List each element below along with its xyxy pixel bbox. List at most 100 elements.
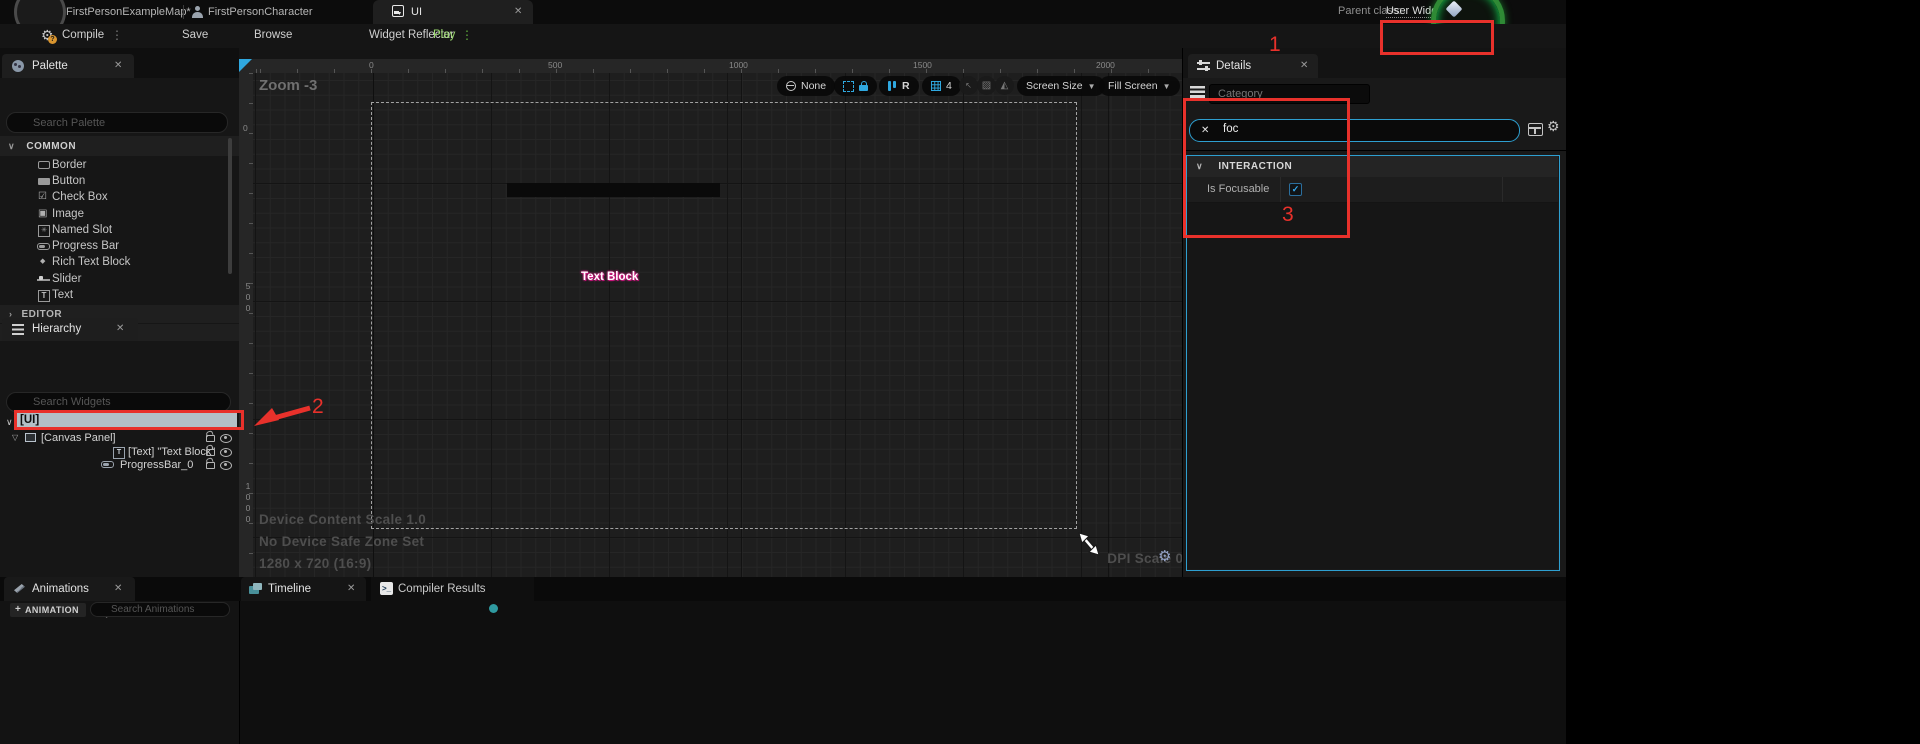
text-block-widget[interactable]: [507, 183, 720, 197]
compile-button[interactable]: Compile: [62, 24, 104, 47]
palette-section-common[interactable]: ∨ COMMON: [0, 136, 239, 156]
palette-item-button[interactable]: Button: [0, 173, 239, 189]
annotation-box-2: [14, 410, 244, 430]
preview-background-button[interactable]: ▨: [977, 76, 996, 95]
person-icon: [192, 6, 203, 18]
browse-button[interactable]: Browse: [254, 24, 292, 47]
widget-blueprint-icon: ▾: [392, 5, 404, 17]
hierarchy-row-canvas[interactable]: ▽ [Canvas Panel]: [0, 431, 239, 445]
tab-ui-active[interactable]: ▾ UI ✕: [373, 0, 533, 24]
fill-screen-dropdown[interactable]: Fill Screen▼: [1099, 76, 1180, 96]
image-icon: ▣: [38, 206, 47, 222]
compiler-results-tab[interactable]: >_ Compiler Results: [371, 577, 534, 601]
animations-panel-body: + ANIMATION: [0, 601, 239, 744]
canvas-grid[interactable]: Text Block Device Content Scale 1.0 No D…: [253, 73, 1182, 577]
hierarchy-icon: [12, 324, 24, 335]
palette-item-border[interactable]: Border: [0, 157, 239, 173]
timeline-icon: [249, 583, 262, 594]
document-tab-strip: FirstPersonExampleMap* FirstPersonCharac…: [0, 0, 1566, 24]
chevron-down-icon: ∨: [8, 141, 15, 151]
timeline-marker-dot: [489, 604, 498, 613]
add-animation-button[interactable]: + ANIMATION: [10, 603, 86, 617]
close-icon[interactable]: ✕: [514, 6, 522, 18]
tab-map[interactable]: FirstPersonExampleMap*: [66, 0, 191, 24]
details-settings-gear-icon[interactable]: ⚙: [1547, 118, 1560, 135]
visibility-eye-icon[interactable]: [220, 445, 232, 459]
canvas-panel-icon: [25, 433, 36, 442]
selection-lock-button[interactable]: [834, 76, 877, 96]
compile-options-icon[interactable]: ⋮: [111, 24, 123, 47]
details-empty-area: [1187, 203, 1558, 569]
globe-icon: [786, 81, 796, 91]
close-icon[interactable]: ✕: [114, 60, 122, 72]
hierarchy-tab[interactable]: Hierarchy ✕: [2, 318, 138, 341]
palette-search-input[interactable]: [6, 112, 228, 133]
hierarchy-body: ∨ [UI] ▽ [Canvas Panel] T [Text] "Text B…: [0, 341, 239, 577]
columns-icon: [888, 81, 897, 91]
ruler-corner-triangle: [239, 59, 252, 72]
dpi-settings-gear-icon[interactable]: ⚙: [1158, 547, 1171, 565]
chevron-down-icon: ▼: [1163, 82, 1171, 91]
close-icon[interactable]: ✕: [114, 583, 122, 595]
select-widget-mode-button[interactable]: ↖: [959, 76, 978, 95]
close-icon[interactable]: ✕: [1300, 60, 1308, 72]
lock-icon: [859, 81, 868, 91]
chevron-down-icon: ▼: [1088, 82, 1096, 91]
hierarchy-search-input[interactable]: [6, 392, 231, 412]
animations-icon: [14, 584, 25, 593]
lock-icon[interactable]: [205, 458, 215, 472]
property-matrix-toggle-icon[interactable]: [1528, 123, 1543, 136]
lock-icon[interactable]: [205, 431, 215, 445]
zoom-level-label: Zoom -3: [259, 77, 317, 94]
horizontal-ruler: 0 500 1000 1500 2000: [253, 59, 1182, 73]
palette-item-slider[interactable]: Slider: [0, 271, 239, 287]
animations-tab[interactable]: Animations ✕: [4, 577, 135, 601]
chevron-down-icon[interactable]: ▽: [12, 433, 18, 442]
palette-item-namedslot[interactable]: ✳Named Slot: [0, 222, 239, 238]
text-block-widget-label: Text Block: [581, 271, 638, 283]
timeline-tab[interactable]: Timeline ✕: [241, 577, 366, 601]
button-icon: [38, 178, 50, 185]
play-button[interactable]: Play: [433, 24, 455, 47]
axis-line: [1108, 73, 1109, 577]
property-matrix-icon: [1190, 86, 1205, 98]
tab-character[interactable]: FirstPersonCharacter: [208, 0, 313, 24]
vertical-ruler: 0 500 1000: [239, 73, 253, 577]
grid-snap-button[interactable]: 4: [922, 76, 961, 96]
palette-scrollbar[interactable]: [228, 138, 232, 274]
localization-preview-button[interactable]: None: [777, 76, 835, 96]
slider-icon: [37, 279, 50, 281]
palette-item-progressbar[interactable]: Progress Bar: [0, 238, 239, 254]
close-icon[interactable]: ✕: [347, 583, 355, 595]
design-surface-outline[interactable]: [371, 102, 1077, 529]
respect-locks-button[interactable]: R: [879, 76, 919, 96]
column-divider: [1502, 177, 1503, 202]
animations-search-input[interactable]: [90, 602, 230, 617]
progress-bar-icon: [37, 243, 50, 250]
details-tab[interactable]: Details ✕: [1188, 54, 1318, 78]
resolution-text: 1280 x 720 (16:9): [259, 556, 371, 571]
visibility-eye-icon[interactable]: [220, 458, 232, 472]
palette-item-richtext[interactable]: ◆Rich Text Block: [0, 254, 239, 270]
play-options-icon[interactable]: ⋮: [461, 24, 473, 47]
annotation-box-1: [1380, 20, 1494, 55]
progress-bar-icon: [101, 461, 114, 468]
ruler-corner: [239, 59, 253, 73]
palette-item-image[interactable]: ▣Image: [0, 206, 239, 222]
compile-status-badge: ?: [48, 35, 57, 44]
details-sliders-icon: [1197, 61, 1210, 71]
close-icon[interactable]: ✕: [116, 323, 124, 335]
palette-item-text[interactable]: TText: [0, 287, 239, 303]
screen-size-dropdown[interactable]: Screen Size▼: [1017, 76, 1105, 96]
hierarchy-row-progressbar[interactable]: ProgressBar_0: [0, 458, 239, 472]
chevron-down-icon[interactable]: ∨: [6, 417, 13, 428]
visibility-eye-icon[interactable]: [220, 431, 232, 445]
editor-window: FirstPersonExampleMap* FirstPersonCharac…: [0, 0, 1566, 744]
annotation-label-3: 3: [1282, 203, 1294, 227]
flip-preview-button[interactable]: ◭: [995, 76, 1014, 95]
palette-item-checkbox[interactable]: ☑Check Box: [0, 189, 239, 205]
palette-tab[interactable]: Palette ✕: [2, 54, 134, 78]
save-button[interactable]: Save: [182, 24, 208, 47]
hierarchy-row-text[interactable]: T [Text] "Text Block": [0, 445, 239, 459]
palette-icon: [12, 60, 24, 72]
